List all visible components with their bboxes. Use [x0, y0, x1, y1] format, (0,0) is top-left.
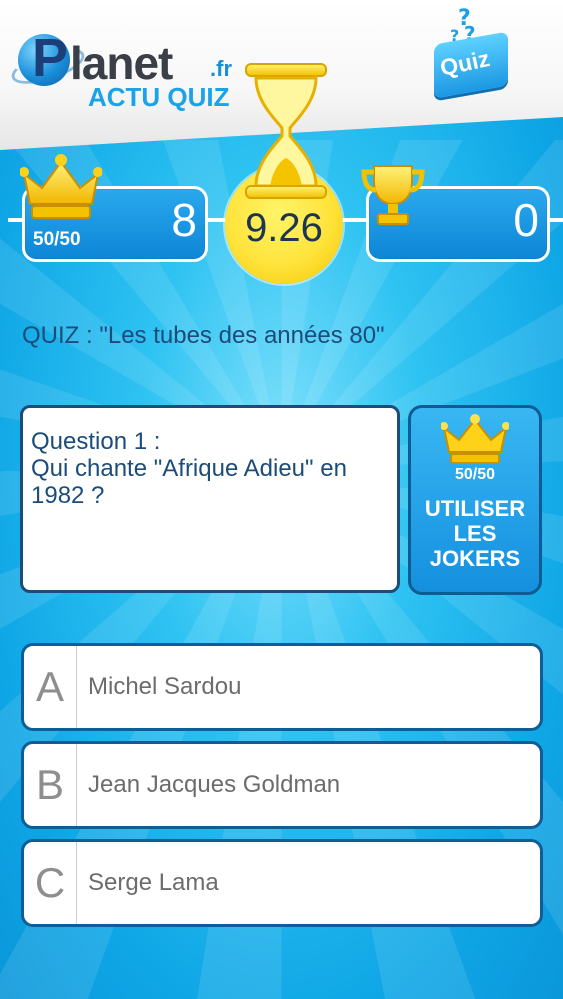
answer-text: Jean Jacques Goldman [88, 771, 341, 798]
question-text: Qui chante "Afrique Adieu" en 1982 ? [31, 455, 347, 509]
answer-text: Serge Lama [88, 869, 219, 896]
hourglass-icon [245, 63, 327, 199]
answer-text: Michel Sardou [88, 673, 242, 700]
crown-icon [20, 154, 102, 219]
use-jokers-button[interactable]: 50/50 UTILISER LES JOKERS [408, 405, 542, 595]
joker-count-badge: 50/50 [454, 466, 496, 483]
logo-brand-text: lanet [70, 37, 173, 89]
player-score-value: 8 [171, 194, 197, 246]
answer-letter: A [24, 646, 77, 728]
logo-initial: P [32, 28, 69, 88]
logo-tld: .fr [210, 56, 232, 81]
trophy-icon [361, 165, 425, 225]
quiz-title: QUIZ : "Les tubes des années 80" [22, 322, 385, 349]
best-score-value: 0 [513, 194, 539, 246]
quiz-book-icon[interactable]: ? ? ? Quiz [428, 6, 518, 100]
jokers-remaining-badge: 50/50 [33, 229, 81, 250]
answer-letter: C [24, 842, 77, 924]
answer-option-b[interactable]: B Jean Jacques Goldman [21, 741, 543, 829]
logo-subtitle: ACTU QUIZ [88, 82, 230, 112]
question-card: Question 1 : Qui chante "Afrique Adieu" … [20, 405, 400, 593]
planet-logo: P lanet .fr ACTU QUIZ [7, 26, 264, 116]
answer-option-c[interactable]: C Serge Lama [21, 839, 543, 927]
answer-option-a[interactable]: A Michel Sardou [21, 643, 543, 731]
crown-icon [441, 414, 509, 464]
use-jokers-label: UTILISER LES JOKERS [424, 496, 526, 571]
answer-letter: B [24, 744, 77, 826]
question-number: Question 1 : [31, 428, 161, 455]
timer-value: 9.26 [245, 206, 323, 250]
